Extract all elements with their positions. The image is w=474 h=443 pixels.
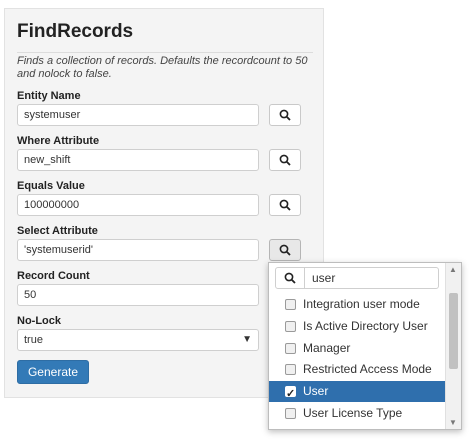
caret-down-icon: ▼ xyxy=(242,334,252,345)
select-attribute-search-button[interactable] xyxy=(269,239,301,261)
where-attribute-input[interactable]: new_shift xyxy=(17,149,259,171)
option-integration-user-mode[interactable]: Integration user mode xyxy=(269,294,445,315)
equals-value-label: Equals Value xyxy=(17,180,85,192)
checkbox[interactable] xyxy=(285,321,296,332)
where-attribute-label: Where Attribute xyxy=(17,135,100,147)
entity-name-input[interactable]: systemuser xyxy=(17,104,259,126)
page-title: FindRecords xyxy=(17,21,134,42)
dropdown-search-field[interactable]: user xyxy=(275,267,439,289)
where-attribute-search-button[interactable] xyxy=(269,149,301,171)
option-user[interactable]: ✓ User xyxy=(269,381,445,402)
equals-value-input[interactable]: 100000000 xyxy=(17,194,259,216)
option-label: Restricted Access Mode xyxy=(303,362,432,376)
nolock-select[interactable]: true ▼ xyxy=(17,329,259,351)
search-icon xyxy=(276,268,305,288)
search-icon xyxy=(279,109,291,121)
scroll-up-icon[interactable]: ▲ xyxy=(449,265,457,274)
description: Finds a collection of records. Defaults … xyxy=(17,55,308,80)
generate-button[interactable]: Generate xyxy=(17,360,89,384)
checkbox[interactable]: ✓ xyxy=(285,386,296,400)
checkbox[interactable] xyxy=(285,364,296,375)
search-icon xyxy=(279,199,291,211)
record-count-label: Record Count xyxy=(17,270,90,282)
checkbox[interactable] xyxy=(285,343,296,354)
option-label: Is Active Directory User xyxy=(303,319,428,333)
select-attribute-input[interactable]: 'systemuserid' xyxy=(17,239,259,261)
option-label: User xyxy=(303,384,329,398)
record-count-input[interactable]: 50 xyxy=(17,284,259,306)
title-divider xyxy=(17,52,313,53)
scrollbar-thumb[interactable] xyxy=(449,293,458,369)
option-is-active-directory-user[interactable]: Is Active Directory User xyxy=(269,316,445,337)
option-user-license-type[interactable]: User License Type xyxy=(269,403,445,424)
checkbox[interactable] xyxy=(285,299,296,310)
option-label: Manager xyxy=(303,341,351,355)
search-icon xyxy=(279,244,291,256)
dropdown-scrollbar[interactable]: ▲ ▼ xyxy=(445,263,461,429)
option-restricted-access-mode[interactable]: Restricted Access Mode xyxy=(269,359,445,380)
search-icon xyxy=(279,154,291,166)
option-label: Integration user mode xyxy=(303,297,420,311)
checkbox[interactable] xyxy=(285,408,296,419)
equals-value-search-button[interactable] xyxy=(269,194,301,216)
option-manager[interactable]: Manager xyxy=(269,338,445,359)
nolock-label: No-Lock xyxy=(17,315,61,327)
dropdown-search-value: user xyxy=(312,271,336,285)
entity-name-label: Entity Name xyxy=(17,90,81,102)
entity-name-search-button[interactable] xyxy=(269,104,301,126)
select-attribute-label: Select Attribute xyxy=(17,225,98,237)
nolock-value: true xyxy=(24,334,43,346)
option-label: User License Type xyxy=(303,406,403,420)
scroll-down-icon[interactable]: ▼ xyxy=(449,418,457,427)
attribute-dropdown: user Integration user mode Is Active Dir… xyxy=(268,262,462,430)
checkmark-icon: ✓ xyxy=(286,388,296,400)
